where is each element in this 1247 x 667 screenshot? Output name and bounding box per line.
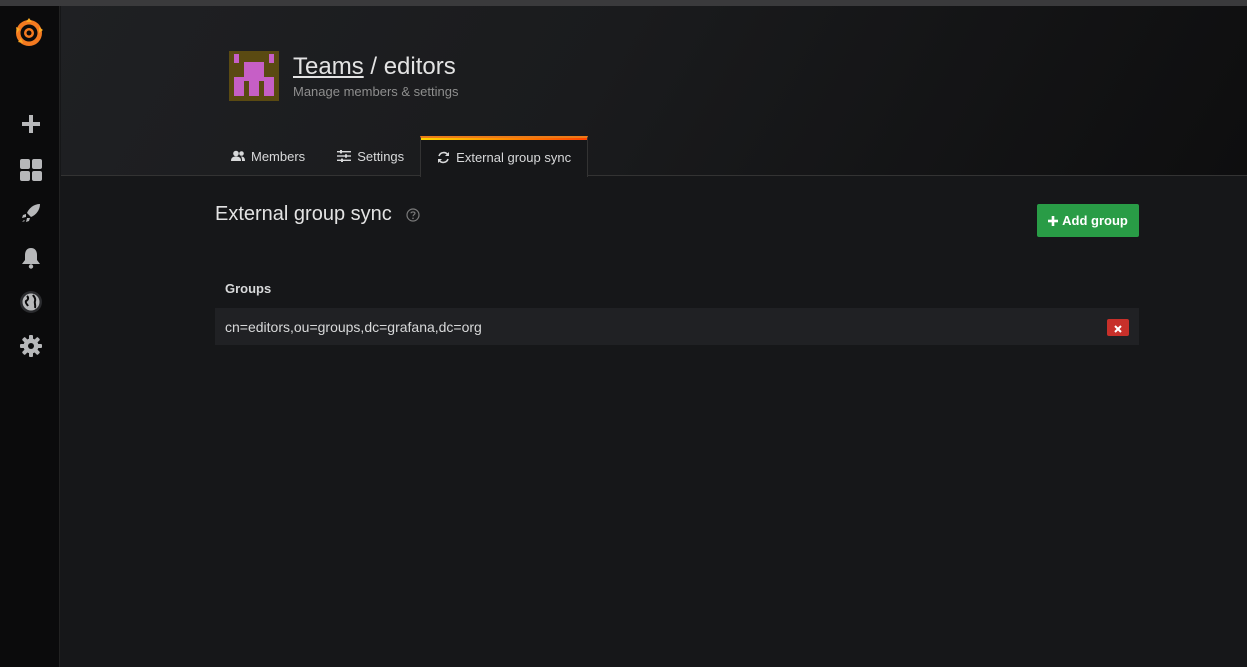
plus-icon[interactable] (18, 111, 44, 137)
gear-icon[interactable] (18, 333, 44, 359)
tab-members-label: Members (251, 148, 306, 164)
page-title: Teams / editors (293, 52, 458, 82)
active-tab-indicator (421, 138, 588, 140)
section-title-text: External group sync (215, 203, 392, 225)
dashboards-icon[interactable] (18, 157, 44, 183)
delete-group-button[interactable] (1107, 319, 1129, 336)
group-dn: cn=editors,ou=groups,dc=grafana,dc=org (225, 318, 482, 335)
alerting-bell-icon[interactable] (18, 245, 44, 271)
sync-icon (437, 151, 450, 164)
tab-settings[interactable]: Settings (321, 136, 420, 176)
team-avatar (229, 51, 279, 101)
breadcrumb-teams-link[interactable]: Teams (293, 53, 364, 80)
add-group-button[interactable]: Add group (1037, 204, 1139, 237)
section-title: External group sync (215, 203, 420, 226)
sliders-icon (337, 150, 352, 162)
tab-bar: Members Settings External group sync (215, 136, 589, 177)
tab-external-group-sync-label: External group sync (456, 150, 572, 165)
close-icon (1114, 320, 1122, 336)
question-circle-icon[interactable] (406, 207, 420, 222)
tab-members[interactable]: Members (215, 136, 321, 176)
plus-icon (1048, 215, 1059, 226)
team-name: editors (383, 53, 456, 80)
breadcrumb-separator: / (370, 53, 378, 80)
sidebar (0, 6, 60, 667)
grafana-logo-icon[interactable] (12, 16, 46, 50)
users-icon (231, 150, 245, 162)
tab-external-group-sync[interactable]: External group sync (420, 136, 589, 177)
table-row: cn=editors,ou=groups,dc=grafana,dc=org (215, 308, 1139, 345)
tab-settings-label: Settings (357, 148, 405, 164)
add-group-label: Add group (1062, 213, 1128, 228)
explore-rocket-icon[interactable] (18, 200, 44, 226)
globe-icon[interactable] (18, 289, 44, 315)
page-header: Teams / editors Manage members & setting… (61, 6, 1247, 177)
page-subtitle: Manage members & settings (293, 84, 459, 99)
groups-column-header: Groups (225, 281, 272, 296)
page-title-block: Teams / editors Manage members & setting… (293, 52, 458, 99)
